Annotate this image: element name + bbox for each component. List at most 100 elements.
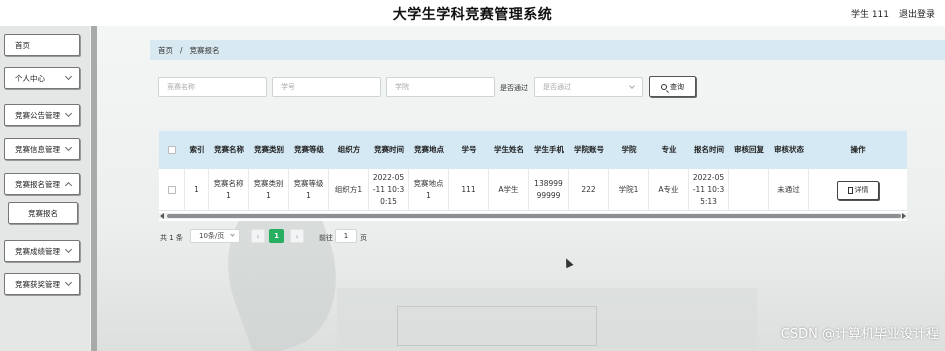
cell-student-name: A学生 [489,169,529,211]
column-header: 竞赛名称 [214,145,244,154]
search-icon [661,83,667,90]
breadcrumb-current: 竞赛报名 [189,45,220,55]
sidebar-item-announcements[interactable]: 竞赛公告管理 [4,104,80,126]
sidebar-item-label: 竞赛公告管理 [15,110,60,120]
chevron-down-icon [64,245,73,254]
column-header: 索引 [189,145,205,154]
chevron-down-icon [64,72,73,81]
select-all-checkbox[interactable] [168,146,176,154]
column-header: 组织方 [337,145,361,154]
cell-actions: 详情 [809,169,907,211]
background-frame-decoration [397,306,597,346]
approved-select[interactable]: 是否通过 [534,77,643,97]
cell-phone: 13899999999 [529,169,569,211]
cell-student-no: 111 [449,169,489,211]
column-header: 报名时间 [694,145,724,154]
column-header: 审核回复 [734,145,764,154]
search-button[interactable]: 查询 [649,76,696,97]
column-header: 竞赛地点 [414,145,444,154]
sidebar-item-label: 竞赛报名 [28,208,58,218]
sidebar-item-signup-management[interactable]: 竞赛报名管理 [4,173,80,195]
column-header: 学生姓名 [494,145,524,154]
column-header: 专业 [661,145,677,154]
signup-table: 索引 竞赛名称 竞赛类别 竞赛等级 组织方 竞赛时间 竞赛地点 学号 学生姓名 … [159,131,907,221]
column-header: 学号 [461,145,477,154]
sidebar-item-label: 个人中心 [15,73,45,83]
sidebar-item-label: 竞赛报名管理 [15,179,60,189]
chevron-down-icon [64,143,73,152]
cell-college: 学院1 [609,169,649,211]
breadcrumb: 首页 / 竞赛报名 [150,40,945,60]
scroll-right-icon[interactable] [902,213,906,219]
cell-index: 1 [185,169,209,211]
page-size-value: 10条/页 [199,232,225,240]
scroll-thumb[interactable] [167,214,901,218]
sidebar-item-label: 竞赛信息管理 [15,144,60,154]
chevron-down-icon [64,278,73,287]
current-page-button[interactable]: 1 [269,229,284,243]
sidebar-item-home[interactable]: 首页 [4,34,80,56]
sidebar-item-results[interactable]: 竞赛成绩管理 [4,240,80,262]
table-row: 1 竞赛名称1 竞赛类别1 竞赛等级1 组织方1 2022-05-11 10:3… [159,169,907,211]
detail-button-label: 详情 [854,186,869,194]
current-user-label: 学生 111 [850,10,889,20]
column-header: 学生手机 [534,145,564,154]
cell-name: 竞赛名称1 [209,169,249,211]
column-header: 竞赛等级 [294,145,324,154]
app-title: 大学生学科竞赛管理系统 [392,7,553,23]
cell-major: A专业 [649,169,689,211]
row-checkbox[interactable] [167,186,176,194]
search-button-label: 查询 [670,82,684,91]
column-header: 审核状态 [774,145,804,154]
sidebar-item-personal-center[interactable]: 个人中心 [4,67,80,89]
chevron-down-icon [64,109,73,118]
competition-name-input[interactable]: 竞赛名称 [158,77,267,97]
select-all-cell [159,131,185,169]
page-suffix-label: 页 [360,234,367,242]
sidebar-item-label: 首页 [15,40,30,50]
sidebar-item-awards[interactable]: 竞赛获奖管理 [4,273,80,295]
cell-college-account: 222 [569,169,609,211]
next-page-button[interactable]: › [290,229,304,243]
page-size-select[interactable]: 10条/页 [190,229,240,243]
student-number-input[interactable]: 学号 [272,77,381,97]
pagination-total: 共 1 条 [160,234,183,242]
approved-select-placeholder: 是否通过 [543,83,571,91]
breadcrumb-separator: / [180,45,183,55]
row-select-cell [159,169,185,211]
chevron-down-icon [629,83,635,89]
logout-link[interactable]: 退出登录 [899,7,935,20]
top-bar: 大学生学科竞赛管理系统 学生 111 退出登录 [0,0,945,26]
scroll-left-icon[interactable] [160,213,164,219]
sidebar-item-competition-info[interactable]: 竞赛信息管理 [4,138,80,160]
chevron-down-icon [64,181,73,190]
watermark: CSDN @计算机毕业设计程 [780,327,939,342]
college-input[interactable]: 学院 [386,77,495,97]
goto-label: 前往 [319,234,333,242]
detail-button[interactable]: 详情 [837,180,879,200]
sidebar-item-label: 竞赛获奖管理 [15,279,60,289]
prev-page-button[interactable]: ‹ [251,229,265,243]
column-header: 竞赛类别 [254,145,284,154]
column-header: 学院 [621,145,637,154]
document-icon [847,186,853,194]
cell-level: 竞赛等级1 [289,169,329,211]
cell-reply [729,169,769,211]
sidebar-item-label: 竞赛成绩管理 [15,246,60,256]
cell-category: 竞赛类别1 [249,169,289,211]
cell-time: 2022-05-11 10:30:15 [369,169,409,211]
sidebar-subitem-signup[interactable]: 竞赛报名 [8,202,78,224]
chevron-down-icon [230,232,235,237]
cell-organizer: 组织方1 [329,169,369,211]
cell-status: 未通过 [769,169,809,211]
column-header: 竞赛时间 [374,145,404,154]
column-header: 学院账号 [574,145,604,154]
cell-signup-time: 2022-05-11 10:35:13 [689,169,729,211]
breadcrumb-home[interactable]: 首页 [158,45,173,56]
approved-filter-label: 是否通过 [500,84,528,92]
column-header: 操作 [850,145,866,154]
goto-page-input[interactable]: 1 [335,229,357,243]
cell-location: 竞赛地点1 [409,169,449,211]
table-horizontal-scrollbar[interactable] [159,213,907,219]
table-header: 索引 竞赛名称 竞赛类别 竞赛等级 组织方 竞赛时间 竞赛地点 学号 学生姓名 … [159,131,907,169]
